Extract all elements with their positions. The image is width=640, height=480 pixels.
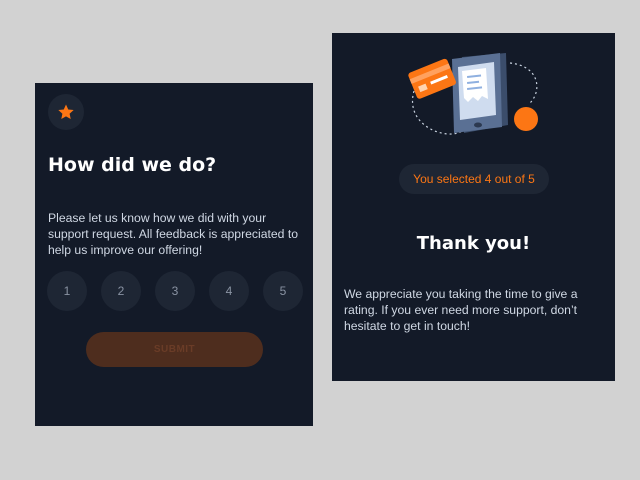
rating-title: How did we do? [48, 154, 217, 176]
rating-option-4[interactable]: 4 [209, 271, 249, 311]
rating-description: Please let us know how we did with your … [48, 211, 298, 257]
thank-you-title: Thank you! [416, 233, 531, 254]
thank-you-card: You selected 4 out of 5 Thank you! We ap… [332, 33, 615, 381]
rating-option-2[interactable]: 2 [101, 271, 141, 311]
rating-option-1[interactable]: 1 [47, 271, 87, 311]
rating-options: 1 2 3 4 5 [47, 271, 303, 311]
phone-payment-illustration [408, 53, 538, 135]
submit-button[interactable]: SUBMIT [86, 332, 263, 367]
star-badge [48, 94, 84, 130]
selected-rating-badge: You selected 4 out of 5 [399, 164, 549, 194]
thank-you-description: We appreciate you taking the time to giv… [344, 287, 578, 333]
rating-option-5[interactable]: 5 [263, 271, 303, 311]
star-icon [58, 104, 74, 120]
rating-card: How did we do? Please let us know how we… [35, 83, 313, 426]
rating-option-3[interactable]: 3 [155, 271, 195, 311]
